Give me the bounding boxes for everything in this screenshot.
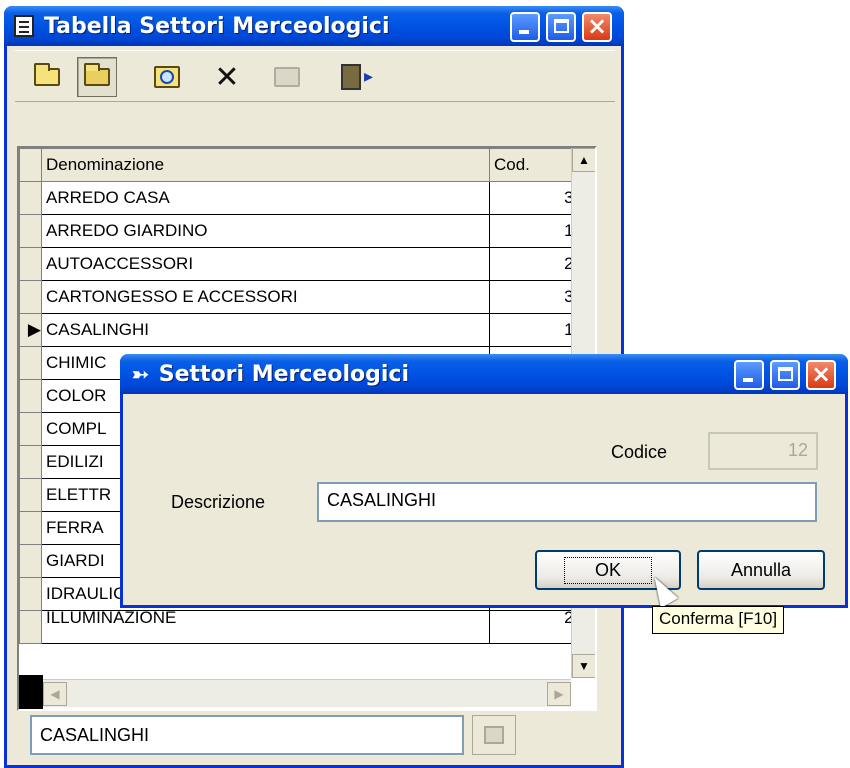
cell-denominazione: ILLUMINAZIONE: [41, 610, 490, 644]
grid-corner: [19, 675, 43, 709]
document-icon: [14, 15, 34, 37]
table-row[interactable]: CARTONGESSO E ACCESSORI31: [19, 280, 588, 314]
close-icon: ×: [586, 12, 608, 40]
cell-denominazione: CARTONGESSO E ACCESSORI: [41, 280, 490, 314]
dialog-window: ➳ Settori Merceologici × Codice 12 Descr…: [120, 354, 848, 608]
cell-denominazione: AUTOACCESSORI: [41, 247, 490, 281]
search-go-button[interactable]: [472, 715, 516, 755]
main-window-title: Tabella Settori Merceologici: [44, 13, 390, 39]
scroll-left-button[interactable]: ◀: [43, 682, 67, 706]
codice-field: 12: [708, 432, 818, 470]
lookup-icon: [484, 726, 504, 744]
search-field[interactable]: CASALINGHI: [30, 715, 464, 755]
arrow-down-icon: ▼: [578, 659, 590, 673]
annulla-button[interactable]: Annulla: [697, 550, 825, 590]
descrizione-field[interactable]: CASALINGHI: [317, 482, 817, 522]
search-button[interactable]: [147, 57, 187, 97]
exit-button[interactable]: [331, 57, 373, 97]
dialog-titlebar[interactable]: ➳ Settori Merceologici ×: [120, 354, 848, 394]
new-icon: [34, 63, 60, 86]
table-row[interactable]: ILLUMINAZIONE22: [19, 610, 588, 644]
ok-button-label: OK: [563, 556, 652, 584]
table-row[interactable]: ARREDO GIARDINO15: [19, 214, 588, 248]
row-indicator-header: [19, 148, 42, 182]
delete-icon: ✕: [214, 59, 240, 95]
maximize-button[interactable]: [546, 12, 576, 42]
minimize-icon: [519, 30, 529, 34]
dialog-close-button[interactable]: ×: [806, 360, 836, 390]
exit-icon: [341, 64, 373, 90]
arrow-left-icon: ◀: [50, 687, 60, 701]
column-header-denominazione[interactable]: Denominazione: [41, 148, 490, 182]
cell-denominazione: CASALINGHI: [41, 313, 490, 347]
close-button[interactable]: ×: [582, 12, 612, 42]
horizontal-scrollbar[interactable]: ◀ ▶: [43, 679, 571, 707]
dialog-minimize-button[interactable]: [734, 360, 764, 390]
dialog-maximize-button[interactable]: [770, 360, 800, 390]
search-icon: [154, 66, 180, 88]
print-button[interactable]: [267, 57, 307, 97]
dialog-title: Settori Merceologici: [158, 361, 409, 387]
print-icon: [274, 67, 300, 87]
new-button[interactable]: [27, 57, 67, 97]
table-row[interactable]: AUTOACCESSORI27: [19, 247, 588, 281]
minimize-icon: [743, 378, 753, 382]
descrizione-label: Descrizione: [171, 492, 266, 512]
tooltip: Conferma [F10]: [652, 606, 785, 634]
current-row-indicator-icon: ▶: [19, 313, 42, 347]
cell-denominazione: ARREDO GIARDINO: [41, 214, 490, 248]
close-icon: ×: [810, 360, 832, 388]
open-icon: [84, 63, 110, 86]
arrow-right-icon: ▶: [554, 687, 564, 701]
minimize-button[interactable]: [510, 12, 540, 42]
main-titlebar[interactable]: Tabella Settori Merceologici ×: [4, 6, 624, 46]
dialog-app-icon: ➳: [132, 363, 149, 386]
delete-button[interactable]: ✕: [207, 57, 247, 97]
maximize-icon: [554, 19, 569, 33]
codice-label: Codice: [611, 442, 668, 462]
arrow-up-icon: ▲: [578, 153, 590, 167]
maximize-icon: [778, 367, 793, 381]
open-button[interactable]: [77, 57, 117, 97]
toolbar: ✕: [15, 50, 615, 102]
table-row[interactable]: ARREDO CASA30: [19, 181, 588, 215]
scroll-down-button[interactable]: ▼: [572, 654, 595, 678]
grid-header-row: Denominazione Cod.: [19, 148, 588, 182]
scroll-right-button[interactable]: ▶: [547, 682, 571, 706]
scroll-up-button[interactable]: ▲: [572, 148, 595, 172]
cell-denominazione: ARREDO CASA: [41, 181, 490, 215]
table-row-current[interactable]: ▶CASALINGHI12: [19, 313, 588, 347]
